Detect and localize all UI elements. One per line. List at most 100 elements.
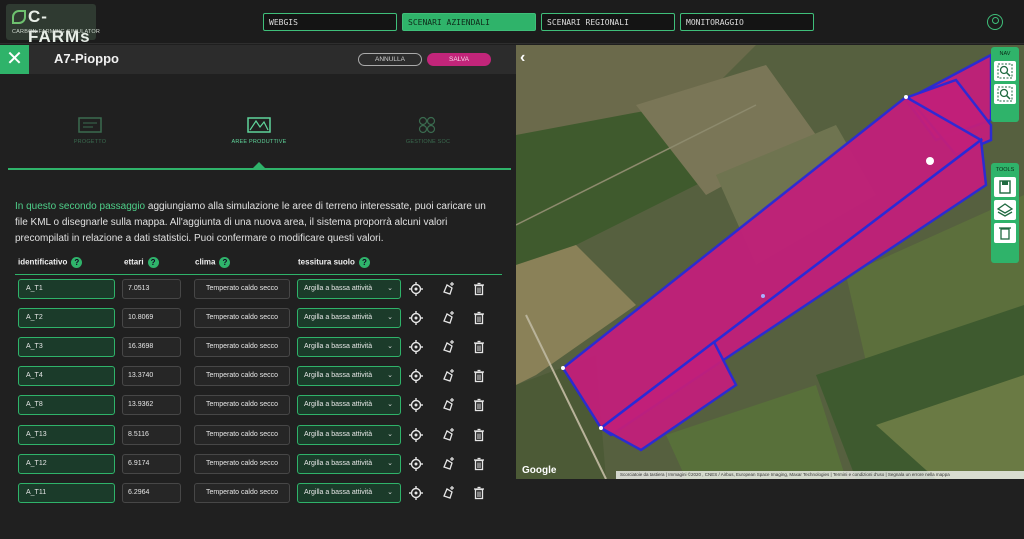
edit-shape-icon[interactable] xyxy=(441,340,455,354)
panel-header: ✕ A7-Pioppo ANNULLA SALVA xyxy=(0,45,516,74)
nav-scenari-regionali[interactable]: SCENARI REGIONALI xyxy=(541,13,675,31)
header-clima: clima? xyxy=(195,257,231,268)
locate-icon[interactable] xyxy=(409,398,423,412)
nav-scenari-aziendali[interactable]: SCENARI AZIENDALI xyxy=(402,13,536,31)
nav-monitoraggio[interactable]: MONITORAGGIO xyxy=(680,13,814,31)
locate-icon[interactable] xyxy=(409,428,423,442)
soil-texture-value: Argilla a bassa attività xyxy=(304,489,373,496)
locate-icon[interactable] xyxy=(409,369,423,383)
field-icon xyxy=(247,117,271,133)
save-layer-button[interactable] xyxy=(994,177,1016,197)
soil-texture-select[interactable]: Argilla a bassa attività ⌄ xyxy=(297,279,401,299)
edit-shape-icon[interactable] xyxy=(441,398,455,412)
soil-texture-select[interactable]: Argilla a bassa attività ⌄ xyxy=(297,337,401,357)
locate-icon[interactable] xyxy=(409,340,423,354)
nav-toolbar: NAV xyxy=(991,47,1019,122)
vertex-marker[interactable] xyxy=(761,294,765,298)
edit-shape-icon[interactable] xyxy=(441,282,455,296)
satellite-map[interactable] xyxy=(516,45,1024,479)
zoom-in-icon xyxy=(997,63,1013,79)
locate-icon[interactable] xyxy=(409,457,423,471)
save-button[interactable]: SALVA xyxy=(427,53,491,66)
trash-icon[interactable] xyxy=(472,457,486,471)
hectares-field: 16.3698 xyxy=(122,337,181,357)
trash-icon[interactable] xyxy=(472,398,486,412)
edit-shape-icon[interactable] xyxy=(441,311,455,325)
logo-tagline: CARBON FARMING SIMULATOR xyxy=(12,29,101,35)
area-id-input[interactable]: A_T11 xyxy=(18,483,115,503)
map-footer-area xyxy=(516,479,1024,539)
cancel-button[interactable]: ANNULLA xyxy=(358,53,422,66)
help-icon[interactable]: ? xyxy=(147,257,159,268)
locate-icon[interactable] xyxy=(409,282,423,296)
header-label: identificativo xyxy=(18,257,68,267)
trash-icon[interactable] xyxy=(472,311,486,325)
area-id-input[interactable]: A_T1 xyxy=(18,279,115,299)
trash-icon[interactable] xyxy=(472,282,486,296)
map-attribution[interactable]: Scorciatoie da tastiera | Immagini ©2020… xyxy=(616,471,1024,479)
climate-field: Temperato caldo secco xyxy=(194,425,290,445)
intro-highlight: In questo secondo passaggio xyxy=(15,201,146,212)
soil-texture-value: Argilla a bassa attività xyxy=(304,314,373,321)
soil-texture-select[interactable]: Argilla a bassa attività ⌄ xyxy=(297,366,401,386)
soil-texture-select[interactable]: Argilla a bassa attività ⌄ xyxy=(297,308,401,328)
soil-texture-select[interactable]: Argilla a bassa attività ⌄ xyxy=(297,425,401,445)
area-id-input[interactable]: A_T13 xyxy=(18,425,115,445)
locate-icon[interactable] xyxy=(409,486,423,500)
help-icon[interactable]: ? xyxy=(219,257,231,268)
header-ettari: ettari? xyxy=(124,257,159,268)
step-aree-produttive[interactable]: AREE PRODUTTIVE xyxy=(209,115,309,145)
zoom-in-button[interactable] xyxy=(994,61,1016,81)
climate-field: Temperato caldo secco xyxy=(194,366,290,386)
area-id-input[interactable]: A_T3 xyxy=(18,337,115,357)
grid-icon xyxy=(418,116,436,134)
header-tessitura: tessitura suolo? xyxy=(298,257,370,268)
nav-webgis[interactable]: WEBGIS xyxy=(263,13,397,31)
area-id-input[interactable]: A_T4 xyxy=(18,366,115,386)
tools-toolbar: TOOLS xyxy=(991,163,1019,263)
delete-layer-button[interactable] xyxy=(994,223,1016,243)
step-gestione-soc[interactable]: GESTIONE SOC xyxy=(378,115,478,145)
soil-texture-select[interactable]: Argilla a bassa attività ⌄ xyxy=(297,454,401,474)
hectares-field: 10.8069 xyxy=(122,308,181,328)
area-id-input[interactable]: A_T8 xyxy=(18,395,115,415)
edit-shape-icon[interactable] xyxy=(441,486,455,500)
soil-texture-select[interactable]: Argilla a bassa attività ⌄ xyxy=(297,483,401,503)
locate-icon[interactable] xyxy=(409,311,423,325)
table-row: A_T1 7.0513 Temperato caldo secco Argilla a… xyxy=(18,279,502,299)
help-icon[interactable]: ? xyxy=(71,257,83,268)
close-button[interactable]: ✕ xyxy=(0,45,29,74)
vertex-marker[interactable] xyxy=(599,426,603,430)
hectares-field: 13.3740 xyxy=(122,366,181,386)
google-logo: Google xyxy=(522,465,557,476)
edit-shape-icon[interactable] xyxy=(441,369,455,383)
vertex-marker[interactable] xyxy=(926,157,934,165)
soil-texture-select[interactable]: Argilla a bassa attività ⌄ xyxy=(297,395,401,415)
logo[interactable]: C-FARMs CARBON FARMING SIMULATOR xyxy=(6,4,100,46)
table-row: A_T3 16.3698 Temperato caldo secco Argilla … xyxy=(18,337,502,357)
trash-icon xyxy=(999,227,1011,240)
page-title: A7-Pioppo xyxy=(54,51,119,66)
vertex-marker[interactable] xyxy=(904,95,908,99)
trash-icon[interactable] xyxy=(472,369,486,383)
vertex-marker[interactable] xyxy=(561,366,565,370)
trash-icon[interactable] xyxy=(472,486,486,500)
tools-toolbar-title: TOOLS xyxy=(995,167,1015,173)
zoom-out-button[interactable] xyxy=(994,84,1016,104)
step-progetto[interactable]: PROGETTO xyxy=(40,115,140,145)
help-icon[interactable]: ? xyxy=(358,257,370,268)
area-id-input[interactable]: A_T12 xyxy=(18,454,115,474)
collapse-panel-button[interactable]: ‹ xyxy=(520,49,525,67)
layers-icon xyxy=(996,203,1014,217)
user-icon[interactable] xyxy=(987,14,1003,30)
climate-field: Temperato caldo secco xyxy=(194,308,290,328)
map-view[interactable]: ‹ NAV TOOLS Google Scorciatoie da tastie… xyxy=(516,45,1024,479)
edit-shape-icon[interactable] xyxy=(441,428,455,442)
climate-field: Temperato caldo secco xyxy=(194,395,290,415)
trash-icon[interactable] xyxy=(472,428,486,442)
trash-icon[interactable] xyxy=(472,340,486,354)
layers-button[interactable] xyxy=(994,200,1016,220)
table-row: A_T8 13.9362 Temperato caldo secco Argilla … xyxy=(18,395,502,415)
area-id-input[interactable]: A_T2 xyxy=(18,308,115,328)
edit-shape-icon[interactable] xyxy=(441,457,455,471)
